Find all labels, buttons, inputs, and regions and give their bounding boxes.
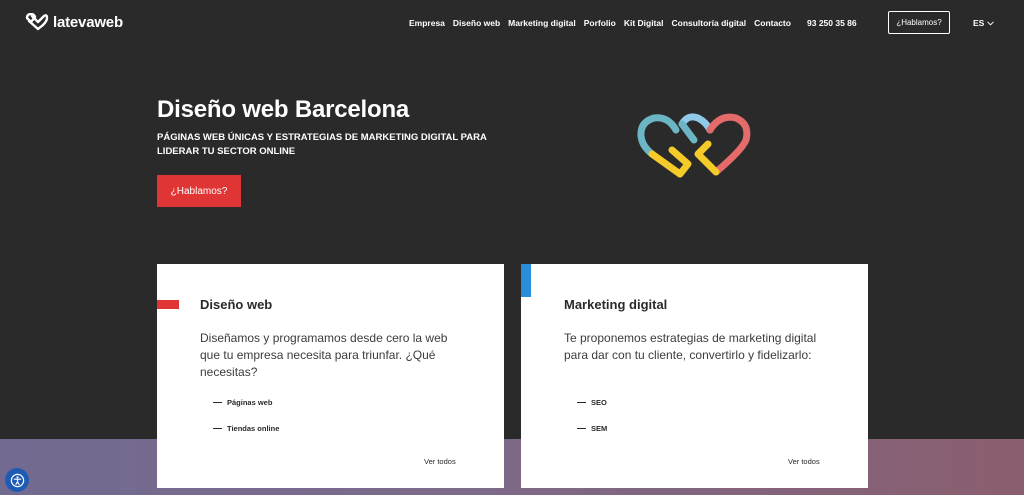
service-label: Páginas web <box>227 398 273 407</box>
service-label: SEO <box>591 398 607 407</box>
card-title[interactable]: Diseño web <box>200 297 272 312</box>
service-link-seo[interactable]: SEO <box>577 398 607 424</box>
menu-item-contacto[interactable]: Contacto <box>754 18 791 28</box>
card-service-list: SEO SEM <box>577 398 607 450</box>
menu-item-empresa[interactable]: Empresa <box>409 18 445 28</box>
service-card-diseno-web: Diseño web Diseñamos y programamos desde… <box>157 264 504 488</box>
dash-icon <box>213 402 222 403</box>
accessibility-icon <box>10 473 24 487</box>
ver-todos-link[interactable]: Ver todos <box>788 457 820 466</box>
card-title[interactable]: Marketing digital <box>564 297 667 312</box>
double-heart-icon <box>25 13 49 31</box>
dash-icon <box>213 428 222 429</box>
service-label: Tiendas online <box>227 424 280 433</box>
chevron-down-icon <box>987 20 995 26</box>
hero-subtitle: PÁGINAS WEB ÚNICAS Y ESTRATEGIAS DE MARK… <box>157 132 487 157</box>
card-description: Te proponemos estrategias de marketing d… <box>564 331 817 362</box>
card-service-list: Páginas web Tiendas online <box>213 398 279 450</box>
main-menu: Empresa Diseño web Marketing digital Por… <box>409 18 791 28</box>
language-selector[interactable]: ES <box>973 18 995 28</box>
service-label: SEM <box>591 424 608 433</box>
service-link-sem[interactable]: SEM <box>577 424 607 450</box>
menu-item-diseno-web[interactable]: Diseño web <box>453 18 500 28</box>
ver-todos-link[interactable]: Ver todos <box>424 457 456 466</box>
menu-item-marketing-digital[interactable]: Marketing digital <box>508 18 576 28</box>
service-link-paginas-web[interactable]: Páginas web <box>213 398 279 424</box>
phone-link[interactable]: 93 250 35 86 <box>807 18 857 28</box>
dash-icon <box>577 402 586 403</box>
service-card-marketing-digital: Marketing digital Te proponemos estrateg… <box>521 264 868 488</box>
menu-item-kit-digital[interactable]: Kit Digital <box>624 18 664 28</box>
hero-contact-button[interactable]: ¿Hablamos? <box>157 175 241 207</box>
header-contact-button[interactable]: ¿Hablamos? <box>888 11 950 34</box>
brand-logo[interactable]: latevaweb <box>25 13 123 31</box>
card-accent-marker <box>157 300 179 309</box>
brand-name: latevaweb <box>53 13 123 31</box>
accessibility-button[interactable] <box>5 468 29 492</box>
service-link-tiendas-online[interactable]: Tiendas online <box>213 424 279 450</box>
dash-icon <box>577 428 586 429</box>
menu-item-porfolio[interactable]: Porfolio <box>584 18 616 28</box>
site-header: latevaweb Empresa Diseño web Marketing d… <box>0 0 1024 45</box>
hero-heart-logo-icon <box>637 113 751 178</box>
card-description: Diseñamos y programamos desde cero la we… <box>200 331 448 379</box>
card-accent-marker <box>521 264 531 297</box>
menu-item-consultoria-digital[interactable]: Consultoría digital <box>671 18 746 28</box>
hero-title: Diseño web Barcelona <box>157 96 410 123</box>
language-label: ES <box>973 18 985 28</box>
section-gradient-band <box>0 439 1024 495</box>
